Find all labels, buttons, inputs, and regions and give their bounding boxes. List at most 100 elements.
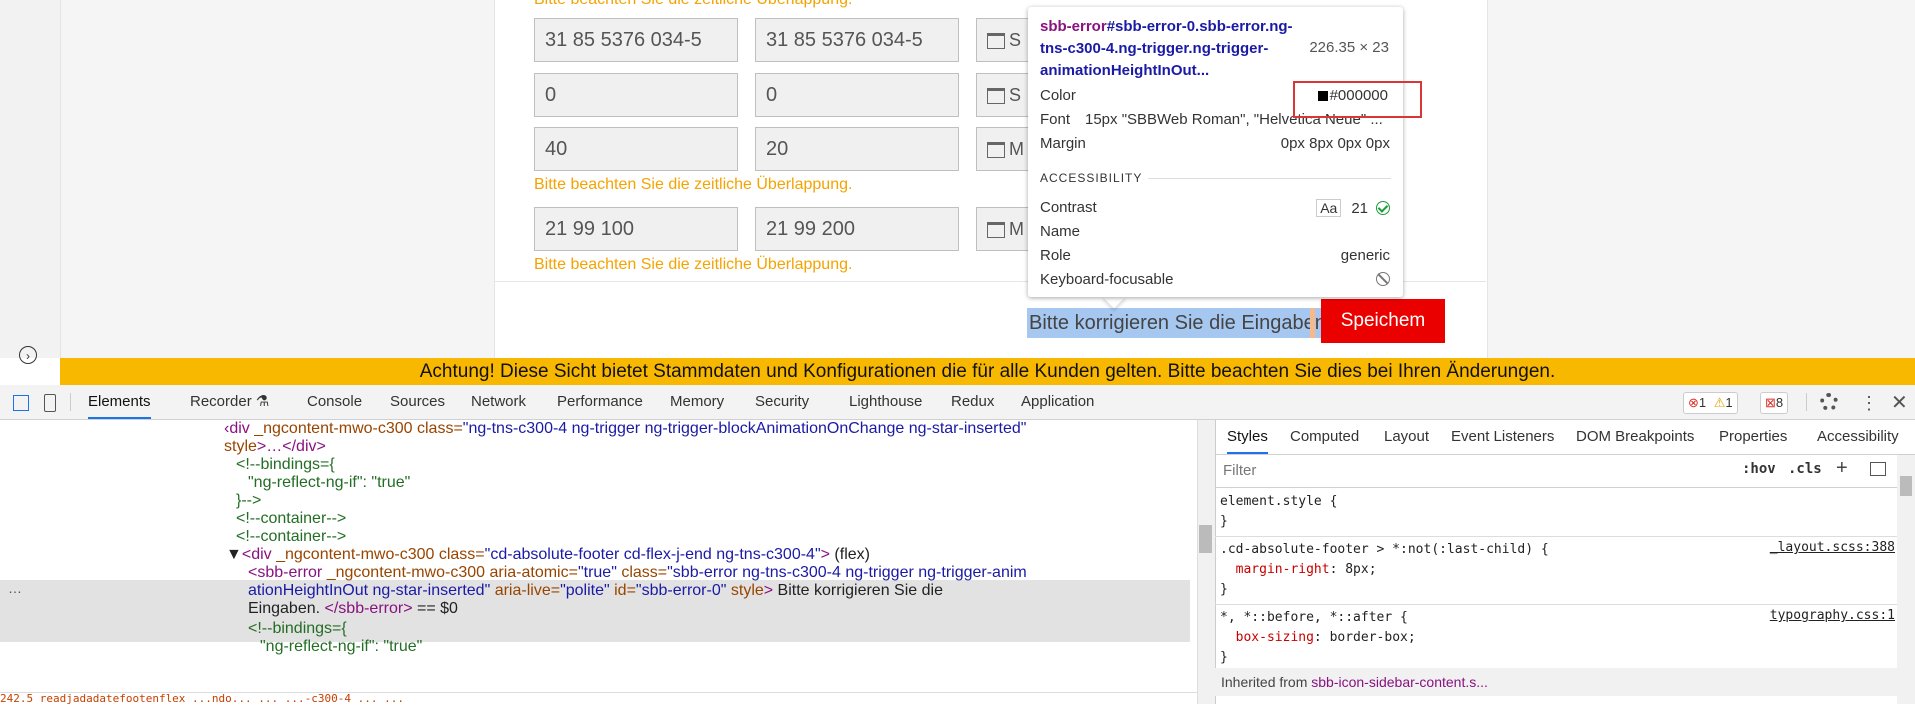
margin-label: Margin [1040,135,1086,152]
css-source-link[interactable]: typography.css:1 [1770,608,1895,623]
settings-gear-icon[interactable] [1820,393,1838,411]
tab-layout[interactable]: Layout [1384,420,1429,454]
keyboard-label: Keyboard-focusable [1040,271,1174,288]
css-selector[interactable]: element.style { [1220,492,1337,512]
tab-memory[interactable]: Memory [670,385,724,419]
tab-computed[interactable]: Computed [1290,420,1359,454]
range-from-input[interactable]: 31 85 5376 034-5 [534,18,738,62]
more-options-icon[interactable]: ⋮ [1860,393,1878,414]
dom-node-line[interactable]: "ng-reflect-ng-if": "true" [260,637,422,657]
warning-icon: ⚠ [1713,395,1726,410]
range-to-input[interactable]: 20 [755,127,959,171]
css-selector[interactable]: .cd-absolute-footer > *:not(:last-child)… [1220,540,1549,560]
check-icon [1376,201,1390,215]
device-toolbar-icon[interactable] [44,394,56,412]
range-to-input[interactable]: 0 [755,73,959,117]
code-token: <!--bindings={ [236,456,335,473]
css-source-link[interactable]: _layout.scss:388 [1770,540,1895,555]
styles-filter-input[interactable]: Filter [1223,460,1723,482]
node-ellipsis-icon[interactable]: … [8,580,22,596]
date-input[interactable]: M [976,127,1036,171]
code-token: style [224,438,257,455]
tab-security[interactable]: Security [755,385,809,419]
tab-lighthouse[interactable]: Lighthouse [849,385,922,419]
range-from-input[interactable]: 0 [534,73,738,117]
tab-dom-breakpoints[interactable]: DOM Breakpoints [1576,420,1694,454]
tab-recorder[interactable]: Recorder ⚗ [190,385,269,419]
dom-node-line[interactable]: Eingaben. </sbb-error> == $0 [248,599,458,619]
css-property-value: : 8px; [1329,562,1377,577]
tab-redux[interactable]: Redux [951,385,994,419]
inherited-prefix: Inherited from [1221,674,1312,690]
range-to-input[interactable]: 21 99 200 [755,207,959,251]
dom-node-line[interactable]: <!--container--> [236,527,346,547]
elements-scrollbar[interactable] [1197,420,1215,704]
elements-scroll-thumb[interactable] [1199,525,1212,553]
code-token: id= [609,582,636,599]
dom-node-line[interactable]: }--> [236,491,261,511]
dom-node-line[interactable]: <!--bindings={ [236,455,335,475]
inspect-element-icon[interactable] [13,395,29,411]
tab-accessibility[interactable]: Accessibility [1817,420,1899,454]
toolbar-separator [70,393,71,411]
code-token: class= [616,564,668,581]
accessibility-divider [1148,178,1391,179]
hov-toggle[interactable]: :hov [1742,461,1776,477]
dom-node-line[interactable]: <sbb-error _ngcontent-mwo-c300 aria-atom… [248,563,1027,583]
error-count: 1 [1698,395,1707,410]
css-selector[interactable]: *, *::before, *::after { [1220,608,1408,628]
date-text: S [1009,30,1022,50]
tab-network[interactable]: Network [471,385,526,419]
tab-styles[interactable]: Styles [1227,420,1268,454]
styles-scroll-thumb[interactable] [1900,476,1912,496]
tab-properties[interactable]: Properties [1719,420,1787,454]
accessibility-heading: ACCESSIBILITY [1040,171,1143,185]
code-token: Eingaben. [248,600,325,617]
issue-badges[interactable]: ⊗1 ⚠1 [1683,392,1738,414]
close-devtools-icon[interactable]: ✕ [1891,390,1908,415]
code-token: "ng-reflect-ng-if": "true" [248,474,411,491]
new-style-rule-icon[interactable]: + [1836,457,1848,480]
range-from-input[interactable]: 40 [534,127,738,171]
dom-node-line[interactable]: ationHeightInOut ng-star-inserted" aria-… [248,581,943,601]
contrast-label: Contrast [1040,199,1097,216]
date-input[interactable]: S [976,73,1036,117]
tab-event-listeners[interactable]: Event Listeners [1451,420,1554,454]
code-token: style [726,582,764,599]
dom-node-line[interactable]: ‹div _ngcontent-mwo-c300 class="ng-tns-c… [224,419,1026,439]
css-property-name: margin-right [1220,562,1330,577]
expand-sidebar-icon[interactable]: › [19,346,37,364]
range-to-input[interactable]: 31 85 5376 034-5 [755,18,959,62]
issues-icon: ⊠ [1765,395,1776,410]
inherited-link[interactable]: sbb-icon-sidebar-content.s... [1311,674,1488,690]
not-focusable-icon [1376,272,1390,286]
save-button[interactable]: Speichem [1321,299,1445,343]
date-text: M [1009,219,1024,239]
tab-console[interactable]: Console [307,385,362,419]
dom-node-line[interactable]: "ng-reflect-ng-if": "true" [248,473,410,493]
tab-application[interactable]: Application [1021,385,1094,419]
toggle-sidebar-icon[interactable] [1870,462,1886,476]
issues-badge[interactable]: ⊠8 [1760,392,1789,414]
tab-performance[interactable]: Performance [557,385,643,419]
breadcrumb-strip[interactable]: 242.5 readjadadatefootenflex ...ndo... .… [0,692,1197,705]
dom-node-line[interactable]: <!--bindings={ [248,619,347,639]
dom-node-line[interactable]: <!--container--> [236,509,346,529]
css-property[interactable]: box-sizing: border-box; [1220,628,1416,648]
calendar-icon [987,88,1005,105]
code-token: }--> [236,492,262,509]
cls-toggle[interactable]: .cls [1788,461,1822,477]
css-property[interactable]: margin-right: 8px; [1220,560,1377,580]
date-input[interactable]: M [976,207,1036,251]
range-from-input[interactable]: 21 99 100 [534,207,738,251]
dom-node-line[interactable]: ▼<div _ngcontent-mwo-c300 class="cd-abso… [226,545,870,565]
color-value-highlight [1293,81,1422,118]
dom-node-line[interactable]: style>…</div> [224,437,326,457]
warning-text: Bitte beachten Sie die zeitliche Überlap… [534,176,853,193]
role-label: Role [1040,247,1071,264]
tab-sources[interactable]: Sources [390,385,445,419]
code-token: "sbb-error-0" [635,582,727,599]
date-input[interactable]: S [976,18,1036,62]
warning-text: Bitte beachten Sie die zeitliche Überlap… [534,256,853,273]
tab-elements[interactable]: Elements [88,385,151,419]
